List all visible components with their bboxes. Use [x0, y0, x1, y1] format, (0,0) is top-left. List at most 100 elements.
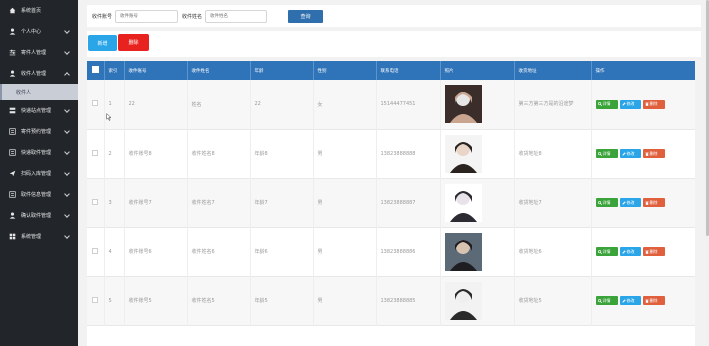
recipient-photo: [444, 134, 482, 173]
trash-icon: [644, 250, 649, 254]
pencil-icon: [621, 298, 626, 303]
main-content: 收件账号 收件姓名 查询 新增 删除 索引 收件账号 收件姓名 年龄 性别 联系…: [78, 0, 709, 346]
mouse-cursor-icon: [106, 113, 112, 121]
trash-icon: [644, 102, 649, 107]
search-icon: [597, 151, 602, 156]
edit-label: 修改: [626, 248, 635, 254]
sidebar-item-sender-management[interactable]: 寄件人管理: [0, 42, 78, 63]
row-delete-button[interactable]: 删除: [642, 149, 665, 158]
detail-button[interactable]: 详情: [595, 198, 618, 207]
table-row[interactable]: 3 收件账号7 收件姓名7 年龄7 男 13823888887 收货地址7 详情: [87, 178, 695, 227]
gender-cell: 男: [313, 178, 377, 227]
phone-cell: 13823888886: [376, 227, 441, 276]
vertical-scrollbar[interactable]: [705, 0, 709, 346]
age-cell: 年龄7: [250, 178, 314, 227]
detail-label: 详情: [602, 101, 611, 107]
sidebar-item-label: 快递取件管理: [21, 150, 52, 156]
table-header: 照片: [440, 61, 515, 80]
address-cell: 收货地址7: [514, 178, 592, 227]
sidebar-item-label: 确认取件管理: [21, 213, 52, 219]
sidebar-item-label: 取件信息管理: [21, 192, 52, 198]
table-header: 收货地址: [514, 61, 592, 80]
delete-button[interactable]: 删除: [118, 34, 149, 51]
detail-button[interactable]: 详情: [595, 247, 618, 256]
sidebar-item-system-management[interactable]: 系统管理: [0, 226, 78, 247]
age-cell: 22: [250, 80, 314, 129]
chevron-down-icon: [64, 49, 70, 55]
operations-cell: 详情 修改 删除: [591, 227, 695, 276]
row-select-cell[interactable]: [87, 80, 105, 129]
detail-label: 详情: [602, 199, 611, 205]
sidebar-subitem-recipient[interactable]: 收件人: [0, 84, 78, 100]
select-all-cell[interactable]: [87, 61, 105, 80]
account-cell: 收件账号6: [124, 227, 188, 276]
search-icon: [597, 200, 602, 205]
detail-button[interactable]: 详情: [595, 149, 618, 158]
sidebar-item-confirm-pickup[interactable]: 确认取件管理: [0, 205, 78, 226]
age-cell: 年龄5: [250, 276, 314, 325]
name-cell: 收件姓名7: [187, 178, 251, 227]
sidebar-item-express-station[interactable]: 快递站点管理: [0, 100, 78, 121]
sidebar-item-label: 系统管理: [21, 234, 42, 240]
sidebar-item-recipient-management[interactable]: 收件人管理: [0, 63, 78, 84]
detail-label: 详情: [602, 248, 611, 254]
table-header: 操作: [591, 61, 695, 80]
age-cell: 年龄8: [250, 129, 314, 178]
name-search-label: 收件姓名: [182, 13, 203, 20]
edit-button[interactable]: 修改: [619, 296, 641, 305]
gender-cell: 男: [313, 129, 377, 178]
table-row[interactable]: 2 收件账号8 收件姓名8 年龄8 男 13823888888 收货地址8 详情: [87, 129, 695, 178]
detail-button[interactable]: 详情: [595, 296, 618, 305]
row-checkbox[interactable]: [92, 149, 99, 156]
select-all-checkbox[interactable]: [91, 66, 99, 73]
row-delete-button[interactable]: 删除: [642, 296, 665, 305]
row-checkbox[interactable]: [92, 100, 99, 107]
row-checkbox[interactable]: [92, 198, 99, 205]
row-delete-button[interactable]: 删除: [642, 247, 665, 256]
table-row[interactable]: 5 收件账号5 收件姓名5 年龄5 男 13823888885 收货地址5 详情: [87, 276, 695, 325]
edit-label: 修改: [626, 297, 635, 303]
grid-icon: [8, 233, 16, 241]
sidebar-item-pickup-info[interactable]: 取件信息管理: [0, 184, 78, 205]
edit-button[interactable]: 修改: [619, 198, 641, 207]
sidebar-item-scan-storage[interactable]: 扫码入库管理: [0, 163, 78, 184]
search-icon: [597, 298, 602, 303]
row-delete-button[interactable]: 删除: [642, 99, 665, 109]
table-header: 性别: [313, 61, 377, 80]
sidebar-item-pickup[interactable]: 快递取件管理: [0, 142, 78, 163]
index-cell: 1: [104, 80, 125, 129]
photo-cell: [440, 178, 515, 227]
edit-button[interactable]: 修改: [619, 247, 641, 256]
trash-icon: [644, 299, 649, 303]
delete-label: 删除: [649, 199, 658, 205]
chevron-down-icon: [64, 170, 70, 176]
edit-button[interactable]: 修改: [619, 149, 641, 158]
sidebar-item-home[interactable]: 系统首页: [0, 0, 78, 21]
sidebar-item-personal-center[interactable]: 个人中心: [0, 21, 78, 42]
row-checkbox[interactable]: [92, 296, 99, 303]
chevron-down-icon: [64, 212, 70, 218]
row-select-cell[interactable]: [87, 129, 105, 178]
action-bar: 新增 删除: [87, 31, 701, 57]
sidebar-item-label: 个人中心: [21, 29, 42, 35]
row-select-cell[interactable]: [87, 178, 105, 227]
pencil-icon: [621, 151, 626, 156]
row-select-cell[interactable]: [87, 276, 105, 325]
detail-button[interactable]: 详情: [595, 99, 618, 109]
table-row[interactable]: 4 收件账号6 收件姓名6 年龄6 男 13823888886 收货地址6 详情: [87, 227, 695, 276]
user-icon: [8, 28, 16, 36]
sidebar-item-booking[interactable]: 寄件预约管理: [0, 121, 78, 142]
row-checkbox[interactable]: [92, 247, 99, 254]
index-cell: 2: [104, 129, 125, 178]
edit-button[interactable]: 修改: [619, 99, 641, 109]
row-select-cell[interactable]: [87, 227, 105, 276]
search-button[interactable]: 查询: [288, 9, 324, 23]
add-button[interactable]: 新增: [88, 35, 117, 51]
gender-cell: 男: [313, 227, 377, 276]
table-row[interactable]: 1 22 姓名 22 女 15144477451 第三方第三方是的沿途梦 详情: [87, 80, 695, 129]
chevron-down-icon: [64, 28, 70, 34]
name-search-input[interactable]: [205, 9, 268, 23]
account-search-input[interactable]: [115, 9, 179, 23]
row-delete-button[interactable]: 删除: [642, 198, 665, 207]
recipient-table: 索引 收件账号 收件姓名 年龄 性别 联系电话 照片 收货地址 操作 1 22 …: [87, 61, 695, 346]
